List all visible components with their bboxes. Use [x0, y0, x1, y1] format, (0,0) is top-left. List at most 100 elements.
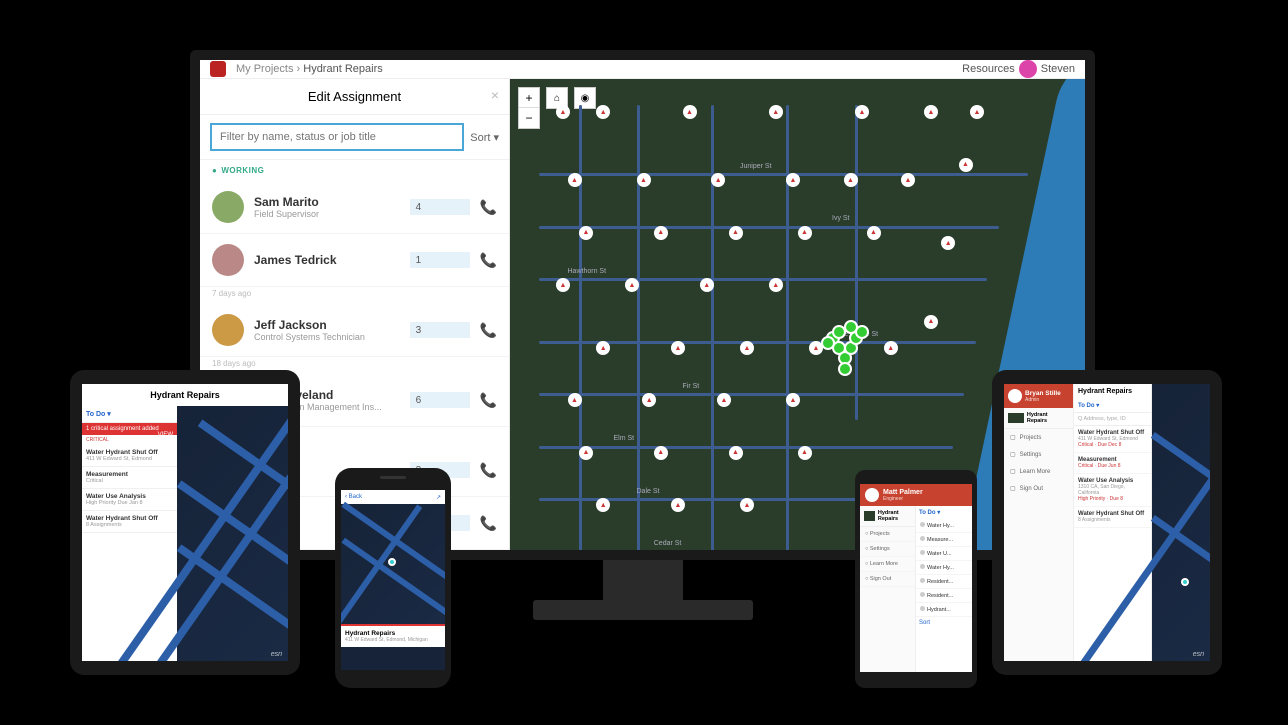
todo-dropdown[interactable]: To Do ▾	[916, 506, 972, 519]
hydrant-marker-icon[interactable]	[924, 315, 938, 329]
hydrant-marker-icon[interactable]	[671, 341, 685, 355]
worker-row[interactable]: Jeff Jackson Control Systems Technician …	[200, 304, 509, 357]
todo-dropdown[interactable]: To Do ▾	[1074, 399, 1151, 413]
hydrant-marker-icon[interactable]	[671, 498, 685, 512]
zoom-in-button[interactable]: +	[519, 88, 539, 108]
menu-item[interactable]: ▢Projects	[1004, 429, 1073, 446]
phone-icon[interactable]: 📞	[480, 515, 497, 532]
worker-row[interactable]: Sam Marito Field Supervisor 4 📞	[200, 181, 509, 234]
sort-dropdown[interactable]: Sort ▾	[470, 131, 499, 144]
list-item[interactable]: Water Hydrant Shut Off411 W Edward St, E…	[1074, 426, 1151, 453]
tablet-map[interactable]: esri	[177, 406, 288, 661]
list-item[interactable]: Hydrant...	[916, 603, 972, 617]
monitor-base	[533, 600, 753, 620]
todo-dropdown[interactable]: To Do ▾	[82, 406, 177, 423]
menu-item[interactable]: ○ Learn More	[860, 557, 915, 572]
hydrant-marker-icon[interactable]	[717, 393, 731, 407]
hydrant-marker-icon[interactable]	[596, 341, 610, 355]
hydrant-marker-icon[interactable]	[941, 236, 955, 250]
resources-link[interactable]: Resources	[962, 63, 1015, 75]
phone-icon[interactable]: 📞	[480, 462, 497, 479]
hydrant-marker-icon[interactable]	[769, 105, 783, 119]
hydrant-marker-icon[interactable]	[867, 226, 881, 240]
worker-row[interactable]: James Tedrick 1 📞	[200, 234, 509, 287]
hydrant-marker-icon[interactable]	[683, 105, 697, 119]
breadcrumb-current[interactable]: Hydrant Repairs	[303, 63, 382, 75]
hydrant-marker-icon[interactable]	[637, 173, 651, 187]
list-item[interactable]: MeasurementCritical · Due Jun 8	[1074, 453, 1151, 474]
list-item[interactable]: Water U...	[916, 547, 972, 561]
zoom-out-button[interactable]: −	[519, 108, 539, 128]
project-item[interactable]: Hydrant Repairs	[1004, 408, 1073, 429]
hydrant-marker-icon[interactable]	[740, 498, 754, 512]
iphone-map[interactable]	[341, 504, 445, 624]
list-item[interactable]: Water Hy...	[916, 561, 972, 575]
list-item[interactable]: Resident...	[916, 589, 972, 603]
hydrant-marker-icon[interactable]	[970, 105, 984, 119]
hydrant-marker-icon[interactable]	[729, 446, 743, 460]
hydrant-marker-icon[interactable]	[642, 393, 656, 407]
worker-location-pin[interactable]	[821, 336, 835, 350]
hydrant-marker-icon[interactable]	[769, 278, 783, 292]
phone-icon[interactable]: 📞	[480, 392, 497, 409]
phone-icon[interactable]: 📞	[480, 199, 497, 216]
hydrant-marker-icon[interactable]	[654, 446, 668, 460]
hydrant-marker-icon[interactable]	[579, 226, 593, 240]
share-icon[interactable]: ↗	[436, 494, 441, 501]
list-item[interactable]: MeasurementCritical	[82, 467, 177, 489]
hydrant-marker-icon[interactable]	[711, 173, 725, 187]
sort-link[interactable]: Sort	[916, 617, 972, 629]
menu-item[interactable]: ○ Sign Out	[860, 572, 915, 587]
hydrant-marker-icon[interactable]	[579, 446, 593, 460]
hydrant-marker-icon[interactable]	[625, 278, 639, 292]
project-item[interactable]: Hydrant Repairs	[860, 506, 915, 527]
critical-alert[interactable]: 1 critical assignment added VIEW	[82, 423, 177, 435]
menu-item[interactable]: ▢Sign Out	[1004, 480, 1073, 497]
phone-icon[interactable]: 📞	[480, 252, 497, 269]
list-item[interactable]: Measure...	[916, 533, 972, 547]
menu-item[interactable]: ▢Learn More	[1004, 463, 1073, 480]
locate-button[interactable]: ◉	[574, 87, 596, 109]
list-item[interactable]: Water Hydrant Shut Off8 Assignments	[1074, 507, 1151, 528]
list-item[interactable]: Resident...	[916, 575, 972, 589]
hydrant-marker-icon[interactable]	[884, 341, 898, 355]
hydrant-marker-icon[interactable]	[740, 341, 754, 355]
hydrant-marker-icon[interactable]	[596, 105, 610, 119]
hydrant-marker-icon[interactable]	[700, 278, 714, 292]
back-button[interactable]: ‹ Back	[345, 494, 362, 500]
worker-location-pin[interactable]	[838, 362, 852, 376]
hydrant-marker-icon[interactable]	[786, 173, 800, 187]
user-avatar-icon[interactable]	[1019, 60, 1037, 78]
phone-icon[interactable]: 📞	[480, 322, 497, 339]
user-name[interactable]: Steven	[1041, 63, 1075, 75]
search-input[interactable]: Q Address, type, ID	[1074, 413, 1151, 426]
hydrant-marker-icon[interactable]	[654, 226, 668, 240]
hydrant-marker-icon[interactable]	[901, 173, 915, 187]
hydrant-marker-icon[interactable]	[596, 498, 610, 512]
list-item[interactable]: Water Hydrant Shut Off411 W Edward St, E…	[82, 445, 177, 467]
menu-item[interactable]: ○ Settings	[860, 542, 915, 557]
list-item[interactable]: Water Hydrant Shut Off8 Assignments	[82, 511, 177, 533]
hydrant-marker-icon[interactable]	[786, 393, 800, 407]
hydrant-marker-icon[interactable]	[959, 158, 973, 172]
hydrant-marker-icon[interactable]	[798, 226, 812, 240]
close-icon[interactable]: ×	[491, 87, 499, 103]
breadcrumb-root[interactable]: My Projects	[236, 63, 293, 75]
hydrant-marker-icon[interactable]	[798, 446, 812, 460]
hydrant-marker-icon[interactable]	[855, 105, 869, 119]
hydrant-marker-icon[interactable]	[568, 173, 582, 187]
menu-item[interactable]: ▢Settings	[1004, 446, 1073, 463]
hydrant-marker-icon[interactable]	[844, 173, 858, 187]
list-item[interactable]: Water Use Analysis1310 CA, San Diego, Ca…	[1074, 474, 1151, 507]
menu-item[interactable]: ○ Projects	[860, 527, 915, 542]
filter-input[interactable]	[210, 123, 464, 151]
tablet-right-map[interactable]: esri	[1152, 384, 1210, 661]
list-item[interactable]: Water Use AnalysisHigh Priority Due Jan …	[82, 489, 177, 511]
alert-view-button[interactable]: VIEW	[158, 432, 173, 438]
hydrant-marker-icon[interactable]	[729, 226, 743, 240]
assignment-card[interactable]: Hydrant Repairs 411 W Edward St, Edmond,…	[341, 624, 445, 647]
hydrant-marker-icon[interactable]	[556, 278, 570, 292]
list-item[interactable]: Water Hy...	[916, 519, 972, 533]
hydrant-marker-icon[interactable]	[924, 105, 938, 119]
hydrant-marker-icon[interactable]	[568, 393, 582, 407]
